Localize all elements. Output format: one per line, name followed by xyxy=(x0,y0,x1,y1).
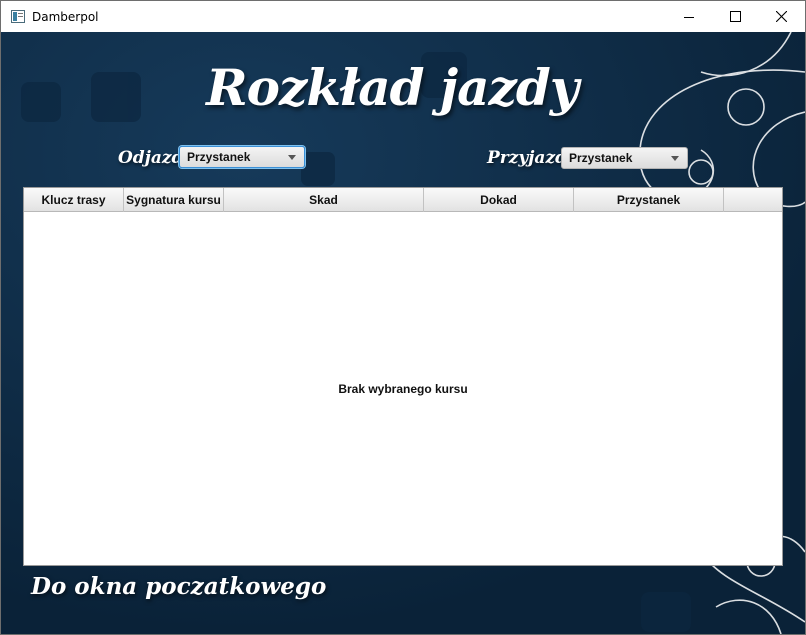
maximize-icon xyxy=(729,11,741,22)
column-header-from[interactable]: Skad xyxy=(224,188,424,212)
column-header-to[interactable]: Dokad xyxy=(424,188,574,212)
departure-selected-value: Przystanek xyxy=(187,150,251,164)
departure-stop-select[interactable]: Przystanek xyxy=(179,146,305,168)
arrival-label: Przyjazd xyxy=(487,148,567,168)
chevron-down-icon xyxy=(288,155,296,160)
app-icon xyxy=(11,10,25,23)
page-title: Rozkład jazdy xyxy=(206,58,579,117)
window-title: Damberpol xyxy=(32,10,99,24)
schedule-table[interactable]: Klucz trasy Sygnatura kursu Skad Dokad P… xyxy=(23,187,783,566)
minimize-button[interactable] xyxy=(666,1,712,32)
chevron-down-icon xyxy=(671,156,679,161)
table-header: Klucz trasy Sygnatura kursu Skad Dokad P… xyxy=(24,188,782,212)
column-header-route-key[interactable]: Klucz trasy xyxy=(24,188,124,212)
column-header-stop[interactable]: Przystanek xyxy=(574,188,724,212)
column-header-course-signature[interactable]: Sygnatura kursu xyxy=(124,188,224,212)
close-button[interactable] xyxy=(758,1,804,32)
title-bar[interactable]: Damberpol xyxy=(1,1,805,32)
close-icon xyxy=(775,11,787,22)
arrival-stop-select[interactable]: Przystanek xyxy=(561,147,688,169)
app-window: Damberpol Rozkład jazdy Odjazd Przystane… xyxy=(0,0,806,635)
minimize-icon xyxy=(684,16,694,18)
arrival-selected-value: Przystanek xyxy=(569,151,633,165)
departure-label: Odjazd xyxy=(118,148,184,168)
main-content: Rozkład jazdy Odjazd Przystanek Przyjazd… xyxy=(1,32,805,634)
maximize-button[interactable] xyxy=(712,1,758,32)
table-placeholder: Brak wybranego kursu xyxy=(338,381,468,396)
column-header-filler xyxy=(724,188,782,212)
back-to-start-link[interactable]: Do okna poczatkowego xyxy=(31,573,326,600)
